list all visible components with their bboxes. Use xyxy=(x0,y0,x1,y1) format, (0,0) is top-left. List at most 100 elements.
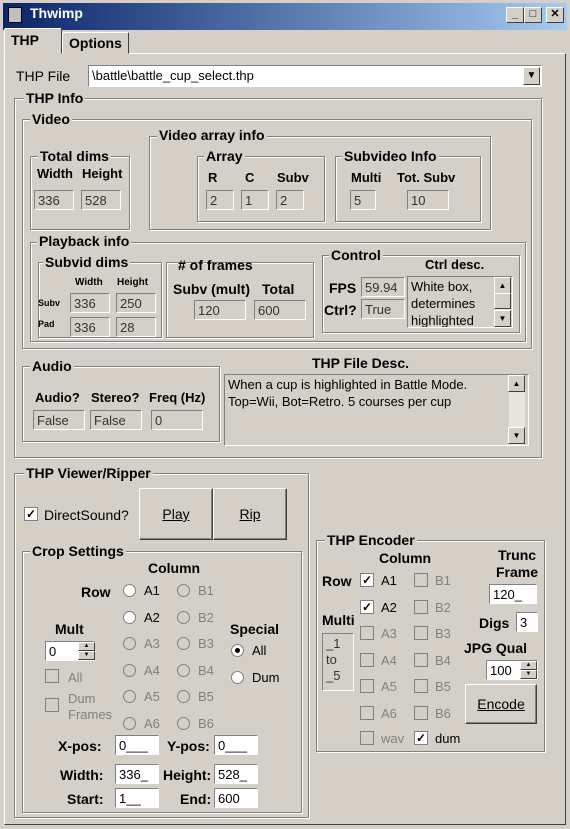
trunc-frame-field[interactable]: 120_ xyxy=(489,584,537,604)
crop-label-a2: A2 xyxy=(144,609,160,625)
frames-subv-field: 120 xyxy=(194,300,246,320)
thp-file-value: \battle\battle_cup_select.thp xyxy=(92,68,254,83)
ypos-field[interactable]: 0___ xyxy=(214,735,258,755)
crop-height-field[interactable]: 528_ xyxy=(214,764,258,784)
crop-row-label: Row xyxy=(81,584,111,600)
mult-up-icon[interactable]: ▲ xyxy=(78,642,95,651)
array-title: Array xyxy=(204,148,245,164)
encoder-label-b1: B1 xyxy=(435,573,451,588)
subvid-subv-label: Subv xyxy=(38,298,61,308)
special-dum-radio[interactable] xyxy=(231,671,244,684)
encoder-checkbox-a1[interactable]: ✓ xyxy=(360,573,374,587)
digs-field[interactable]: 3 xyxy=(516,612,538,632)
end-label: End: xyxy=(180,791,212,807)
encoder-checkbox-b4[interactable] xyxy=(414,652,428,667)
crop-width-field[interactable]: 336_ xyxy=(115,764,159,784)
frames-total-label: Total xyxy=(262,281,295,297)
encoder-label-b6: B6 xyxy=(435,705,451,721)
desc-scroll-down-icon[interactable]: ▼ xyxy=(508,427,525,444)
all-checkbox[interactable] xyxy=(45,669,59,683)
tab-thp[interactable]: THP xyxy=(4,28,62,54)
encoder-label-a6: A6 xyxy=(381,705,397,721)
encoder-checkbox-a3[interactable] xyxy=(360,626,374,640)
jpg-up-icon[interactable]: ▲ xyxy=(520,661,537,670)
encoder-checkbox-a5[interactable] xyxy=(360,679,374,693)
wav-checkbox[interactable] xyxy=(360,731,374,745)
encoder-multi-field: _1 to _5 xyxy=(322,633,354,691)
crop-radio-a2[interactable] xyxy=(123,610,136,624)
desc-scroll-up-icon[interactable]: ▲ xyxy=(508,375,525,392)
scroll-down-icon[interactable]: ▼ xyxy=(494,310,511,327)
thp-file-combo[interactable]: \battle\battle_cup_select.thp xyxy=(88,65,542,87)
maximize-button[interactable]: □ xyxy=(524,7,542,23)
playback-title: Playback info xyxy=(37,233,132,249)
crop-label-a1: A1 xyxy=(144,583,160,598)
ctrl-field: True xyxy=(361,299,405,319)
crop-column-label: Column xyxy=(148,560,201,576)
encoder-row-label: Row xyxy=(322,573,352,589)
crop-radio-a3[interactable] xyxy=(123,637,136,650)
jpg-qual-label: JPG Qual xyxy=(464,640,528,656)
title-bar xyxy=(0,0,570,30)
ctrl-label: Ctrl? xyxy=(324,302,357,318)
jpg-down-icon[interactable]: ▼ xyxy=(520,670,537,679)
audio-label: Audio? xyxy=(35,390,80,405)
crop-radio-b4[interactable] xyxy=(177,663,190,677)
crop-radio-b1[interactable] xyxy=(177,584,190,597)
mult-down-icon[interactable]: ▼ xyxy=(78,651,95,660)
crop-radio-a6[interactable] xyxy=(123,716,136,730)
crop-label-b1: B1 xyxy=(198,583,214,598)
encoder-checkbox-b3[interactable] xyxy=(414,626,428,640)
crop-radio-a4[interactable] xyxy=(123,663,136,677)
encoder-column-label: Column xyxy=(379,550,432,566)
crop-radio-a5[interactable] xyxy=(123,690,136,703)
tab-options[interactable]: Options xyxy=(62,32,129,54)
crop-radio-b6[interactable] xyxy=(177,716,190,730)
encoder-checkbox-b2[interactable] xyxy=(414,599,428,614)
digs-label: Digs xyxy=(479,615,510,631)
wav-label: wav xyxy=(381,731,405,746)
subvid-dims-title: Subvid dims xyxy=(43,254,131,270)
crop-radio-a1[interactable] xyxy=(123,584,136,597)
dum-frames-label: Dum Frames xyxy=(68,691,113,722)
encoder-checkbox-a2[interactable]: ✓ xyxy=(360,599,374,614)
encoder-label-a5: A5 xyxy=(381,679,397,694)
scroll-up-icon[interactable]: ▲ xyxy=(494,277,511,294)
subvideo-multi-label: Multi xyxy=(351,170,382,185)
encoder-checkbox-b1[interactable] xyxy=(414,573,428,587)
rip-button[interactable]: Rip xyxy=(213,488,287,540)
trunc-frame-label: Trunc Frame xyxy=(495,547,539,580)
stereo-label: Stereo? xyxy=(91,390,140,405)
encoder-checkbox-b6[interactable] xyxy=(414,705,428,720)
crop-radio-b5[interactable] xyxy=(177,690,190,703)
subvideo-tot-label: Tot. Subv xyxy=(397,170,456,185)
crop-radio-b3[interactable] xyxy=(177,637,190,650)
dum-checkbox[interactable]: ✓ xyxy=(414,731,428,745)
scroll-thumb[interactable] xyxy=(494,293,511,309)
chevron-down-icon[interactable]: ▼ xyxy=(523,67,540,85)
crop-label-a6: A6 xyxy=(144,715,160,731)
thp-info-title: THP Info xyxy=(24,90,86,106)
subvideo-tot-field: 10 xyxy=(407,190,449,210)
fps-field: 59.94 xyxy=(361,277,405,297)
app-icon xyxy=(8,7,22,23)
minimize-button[interactable]: _ xyxy=(506,7,524,23)
play-button[interactable]: Play xyxy=(139,488,213,540)
crop-label-b5: B5 xyxy=(198,689,214,704)
encoder-checkbox-a6[interactable] xyxy=(360,705,374,720)
encoder-checkbox-b5[interactable] xyxy=(414,679,428,693)
array-subv-field: 2 xyxy=(276,190,304,210)
special-all-radio[interactable] xyxy=(231,644,244,657)
total-width-field: 336 xyxy=(34,190,74,210)
encode-button[interactable]: Encode xyxy=(465,684,537,724)
freq-label: Freq (Hz) xyxy=(149,390,206,405)
encoder-checkbox-a4[interactable] xyxy=(360,652,374,667)
dum-frames-checkbox[interactable] xyxy=(45,698,59,712)
close-button[interactable]: ✕ xyxy=(546,7,564,23)
directsound-checkbox[interactable]: ✓ xyxy=(24,507,38,521)
start-field[interactable]: 1__ xyxy=(115,788,159,808)
crop-radio-b2[interactable] xyxy=(177,610,190,624)
end-field[interactable]: 600 xyxy=(214,788,258,808)
thp-file-label: THP File xyxy=(16,68,71,84)
xpos-field[interactable]: 0___ xyxy=(115,735,159,755)
